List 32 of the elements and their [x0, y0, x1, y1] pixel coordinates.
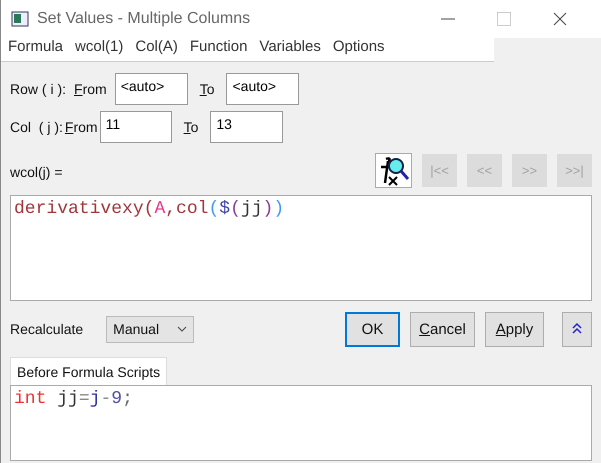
from-label: From	[64, 119, 98, 135]
to-field[interactable]: <auto>	[226, 73, 300, 105]
from-field[interactable]: 11	[100, 111, 172, 143]
from-field[interactable]: <auto>	[114, 73, 188, 105]
collapse-button[interactable]	[562, 312, 592, 346]
scripts-tab[interactable]: Before Formula Scripts	[10, 357, 168, 385]
from-label: From	[74, 81, 107, 97]
menu-item[interactable]: Variables	[259, 38, 321, 55]
recalculate-dropdown[interactable]: Manual	[106, 316, 194, 342]
function-search-button[interactable]	[375, 152, 412, 188]
menu-item[interactable]: Options	[332, 38, 385, 55]
menu-item[interactable]: Formula	[8, 38, 64, 55]
formula-editor[interactable]: derivativexy(A,col($(jj))	[10, 195, 592, 301]
range-label: Col ( j ):	[10, 119, 63, 135]
menu-item[interactable]: Col(A)	[135, 38, 178, 55]
app-icon	[11, 11, 29, 27]
double-chevron-icon	[572, 322, 582, 334]
range-label: Row ( i ):	[10, 81, 66, 97]
to-label: To	[200, 81, 214, 97]
formula-label: wcol(j) =	[10, 164, 64, 180]
to-field[interactable]: 13	[210, 111, 284, 143]
chevron-icon	[177, 326, 188, 332]
to-label: To	[184, 119, 198, 135]
close-icon[interactable]	[553, 12, 567, 26]
recalculate-label: Recalculate	[10, 321, 84, 337]
script-editor[interactable]: int jj=j-9;	[10, 385, 592, 461]
dialog-button[interactable]: Apply	[485, 312, 544, 346]
dialog-button[interactable]: Cancel	[410, 312, 475, 346]
window-title: Set Values - Multiple Columns	[37, 10, 252, 28]
dialog-button[interactable]: OK	[345, 312, 400, 346]
menu-item[interactable]: wcol(1)	[75, 38, 124, 55]
menu-item[interactable]: Function	[190, 38, 248, 55]
